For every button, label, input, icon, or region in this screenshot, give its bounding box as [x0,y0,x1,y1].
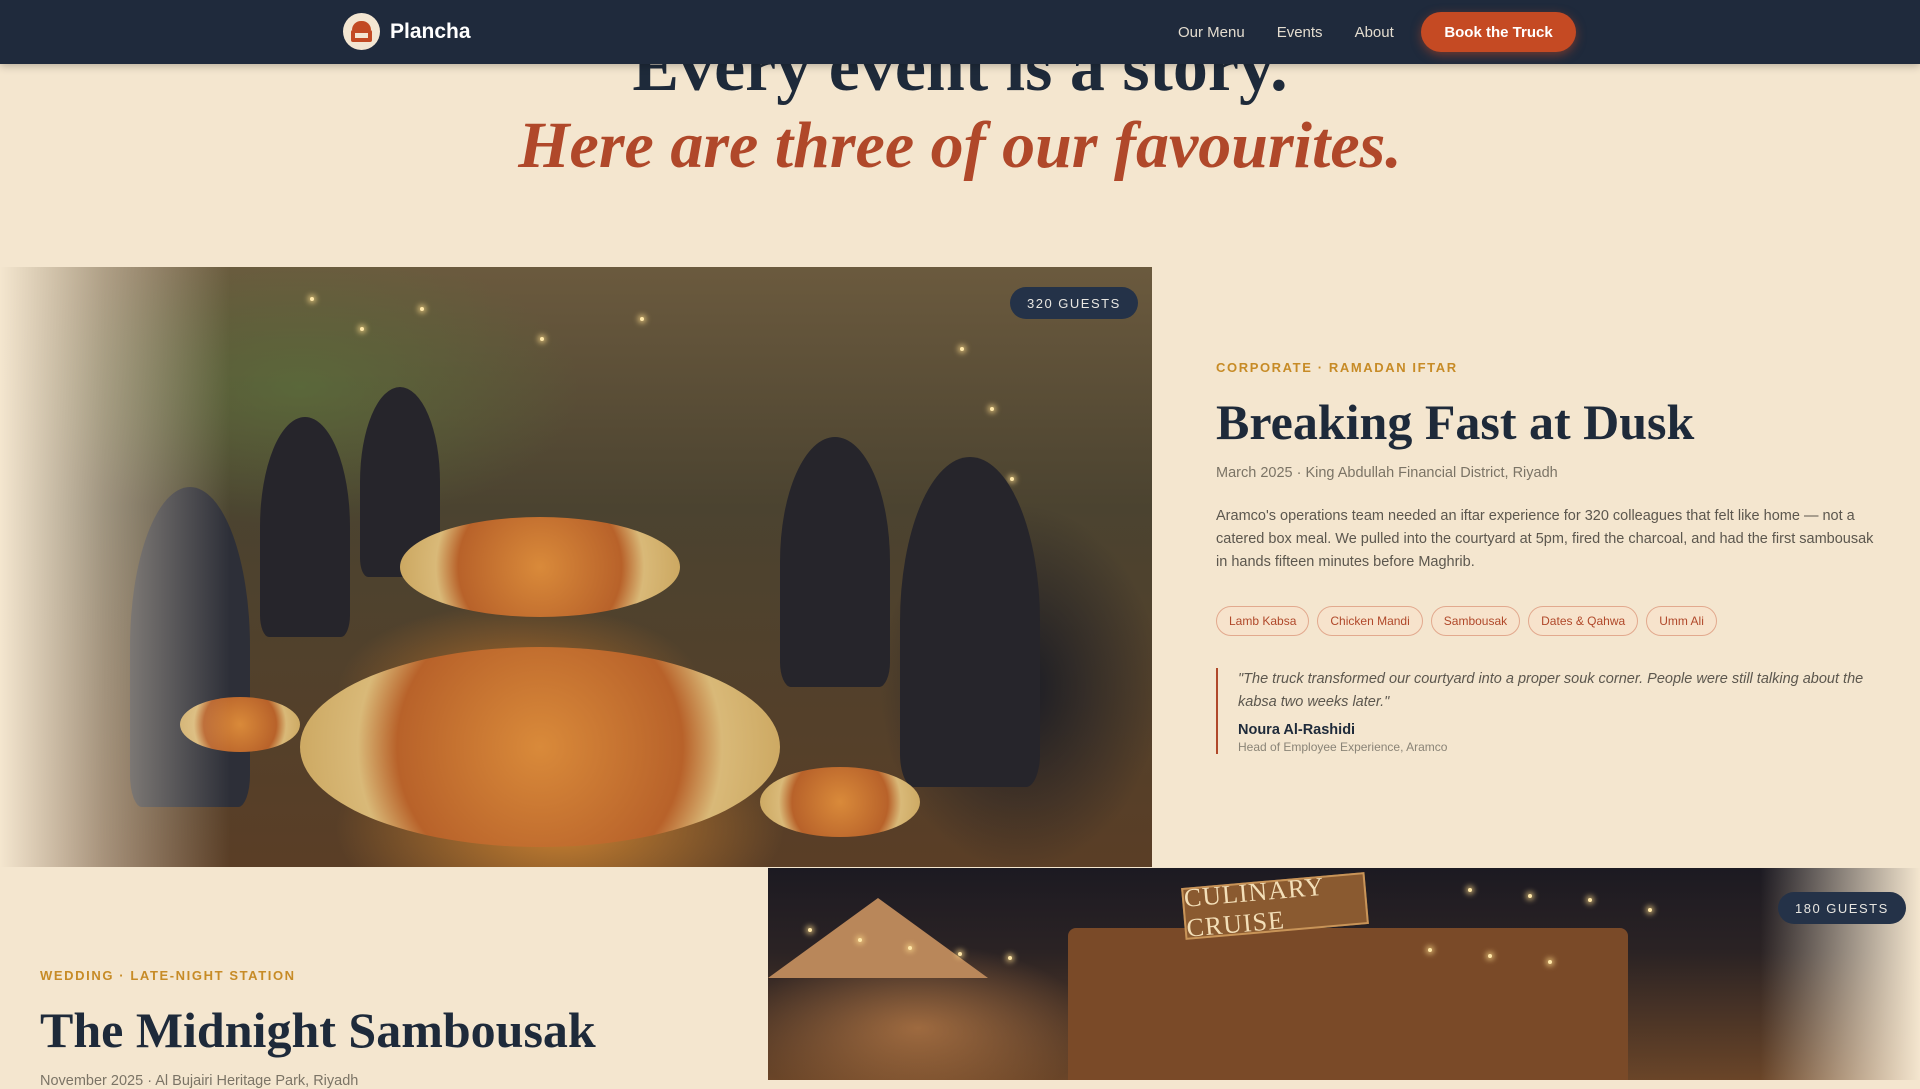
story-category: WEDDING · LATE-NIGHT STATION [40,968,296,983]
wedding-food-truck-photo: CULINARY CRUISE 180 GUESTS [768,868,1920,1080]
story-meta: November 2025 · Al Bujairi Heritage Park… [40,1073,359,1089]
nav-link-about[interactable]: About [1355,24,1394,41]
testimonial-role: Head of Employee Experience, Aramco [1238,740,1448,754]
dish-tag: Sambousak [1430,606,1521,636]
nav-link-events[interactable]: Events [1277,24,1323,41]
dish-tags: Lamb Kabsa Chicken Mandi Sambousak Dates… [1216,606,1876,636]
story-card-2: WEDDING · LATE-NIGHT STATION The Midnigh… [40,968,720,1089]
dish-tag: Lamb Kabsa [1216,606,1310,636]
testimonial-author: Noura Al-Rashidi [1238,722,1356,738]
guest-count-badge: 320 GUESTS [1010,287,1138,319]
nav-link-our-menu[interactable]: Our Menu [1178,24,1245,41]
book-the-truck-button[interactable]: Book the Truck [1421,12,1576,52]
guest-count-badge: 180 GUESTS [1778,892,1906,924]
brand[interactable]: Plancha [343,13,471,50]
brand-name: Plancha [390,19,471,43]
nav-links: Our Menu Events About [1178,0,1394,64]
food-truck-logo-icon [343,13,380,50]
dish-tag: Chicken Mandi [1317,606,1423,636]
dish-tag: Umm Ali [1646,606,1717,636]
top-nav: Plancha Our Menu Events About Book the T… [0,0,1920,64]
testimonial-text: "The truck transformed our courtyard int… [1238,671,1864,710]
story-meta: March 2025 · King Abdullah Financial Dis… [1216,465,1558,481]
story-description: Aramco's operations team needed an iftar… [1216,508,1874,570]
testimonial: "The truck transformed our courtyard int… [1216,668,1876,754]
story-title: Breaking Fast at Dusk [1216,394,1695,450]
story-title: The Midnight Sambousak [40,1002,596,1058]
iftar-event-photo: 320 GUESTS [0,267,1152,867]
story-category: CORPORATE · RAMADAN IFTAR [1216,360,1458,375]
truck-sign: CULINARY CRUISE [1181,872,1369,943]
story-card-1: CORPORATE · RAMADAN IFTAR Breaking Fast … [1216,360,1876,754]
section-subtitle: Here are three of our favourites. [518,109,1402,182]
dish-tag: Dates & Qahwa [1528,606,1639,636]
